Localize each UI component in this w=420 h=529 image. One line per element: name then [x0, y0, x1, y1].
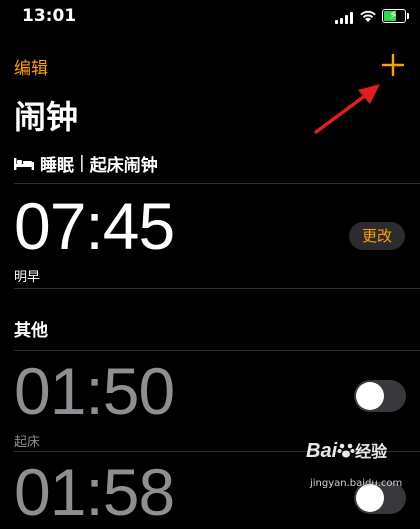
sleep-label: 睡眠 [40, 155, 74, 176]
alarm-toggle[interactable] [354, 380, 406, 412]
watermark-brand: Bai 经验 [306, 440, 388, 462]
others-section-header: 其他 [14, 321, 48, 341]
toggle-knob [356, 382, 384, 410]
charging-bolt-icon: ⚡ [389, 8, 398, 22]
wifi-icon [360, 10, 376, 22]
cellular-signal-icon [335, 12, 355, 24]
watermark-url: jingyan.baidu.com [310, 478, 403, 489]
bed-icon [14, 158, 34, 170]
change-button[interactable]: 更改 [349, 222, 405, 250]
annotation-arrow-icon [314, 84, 380, 134]
alarm-label: 明早 [14, 270, 41, 285]
status-time: 13:01 [22, 6, 77, 26]
edit-button[interactable]: 编辑 [14, 54, 48, 79]
wake-up-alarm-label: 起床闹钟 [89, 155, 158, 176]
page-title: 闹钟 [14, 98, 79, 136]
sleep-section-header: 睡眠 | 起床闹钟 [14, 150, 158, 176]
section-separator: | [79, 153, 85, 173]
divider [14, 288, 420, 289]
divider [14, 350, 420, 351]
watermark: Bai 经验 jingyan.baidu.com [306, 438, 418, 494]
divider [14, 183, 420, 184]
status-bar: 13:01 ⚡ [0, 0, 420, 36]
battery-icon: ⚡ [382, 8, 409, 23]
paw-icon [337, 443, 355, 458]
